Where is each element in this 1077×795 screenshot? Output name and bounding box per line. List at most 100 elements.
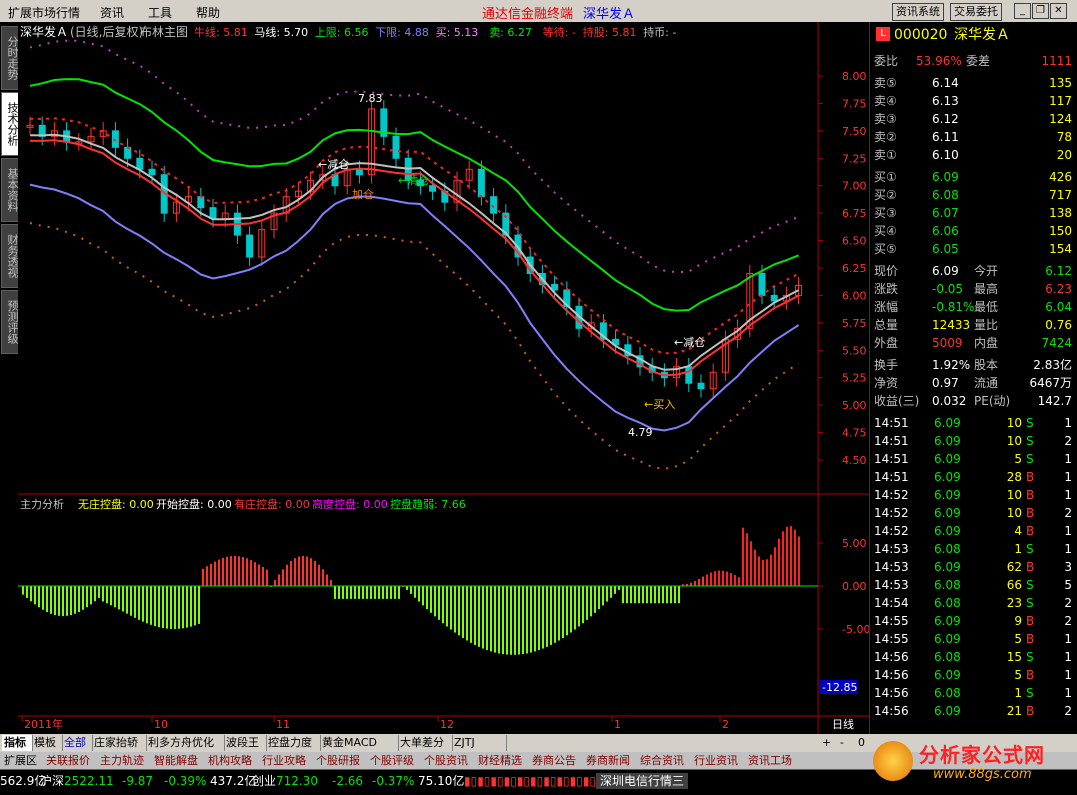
histogram-bar [622,586,624,604]
info-tab[interactable]: 个股评级 [368,753,416,768]
info-tab[interactable]: 行业攻略 [260,753,308,768]
time-tick-label: 2 [722,718,729,731]
status-cy-value: 712.30 [276,774,318,788]
period-label[interactable]: 日线 [832,717,854,731]
indicator-tab[interactable]: ZJTJ [452,735,507,751]
histogram-bar [86,586,88,608]
histogram-bar [422,586,424,606]
histogram-bar [598,586,600,610]
histogram-bar [278,574,280,586]
zoom-out-icon[interactable]: - [838,735,846,751]
indicator-tab[interactable]: 庄家抬轿 [92,735,147,751]
info-tab[interactable]: 机构攻略 [206,753,254,768]
price-tick-label: 4.50 [842,454,867,467]
info-tab[interactable]: 扩展区 [2,753,39,768]
menu-help[interactable]: 帮助 [196,4,220,21]
indicator-tab[interactable]: 波段王 [224,735,267,751]
tab-rating[interactable]: 预测评级 [1,290,19,354]
news-system-button[interactable]: 资讯系统 [892,3,944,21]
histogram-bar [562,586,564,638]
histogram-bar [314,560,316,586]
histogram-bar [54,586,56,616]
tab-finance[interactable]: 财务透视 [1,224,19,288]
menu-expand-market[interactable]: 扩展市场行情 [8,4,80,21]
histogram-bar [506,586,508,655]
histogram-bar [94,586,96,602]
histogram-bar [414,586,416,598]
tab-fundamentals[interactable]: 基本资料 [1,158,19,222]
status-server[interactable]: 深圳电信行情三 [596,773,689,789]
histogram-bar [26,586,28,598]
trade-button[interactable]: 交易委托 [950,3,1002,21]
candle-body [477,168,485,198]
time-tick-label: 10 [154,718,168,731]
zoom-in-icon[interactable]: + [820,735,833,751]
info-tab[interactable]: 资讯工场 [746,753,794,768]
info-tab[interactable]: 个股研报 [314,753,362,768]
histogram-bar [202,568,204,586]
brand-name: 通达信金融终端 [482,7,574,22]
info-tab[interactable]: 智能解盘 [152,753,200,768]
histogram-bar [234,555,236,586]
histogram-bar [694,580,696,586]
status-sz-value: 2522.11 [64,774,114,788]
stat2-row: 净资 0.97 流通 6467万 [874,376,1072,390]
kline-chart[interactable]: 深华发Ａ (日线,后复权)布林主图 牛线: 5.81 马线: 5.70 上限: 6.56… [18,22,869,734]
indicator-tab[interactable]: 大单差分 [398,735,453,751]
histogram-bar [778,538,780,586]
info-tab[interactable]: 个股资讯 [422,753,470,768]
histogram-bar [478,586,480,647]
histogram-bar [642,586,644,604]
histogram-bar [158,586,160,628]
histogram-bar [122,586,124,612]
indicator-tab[interactable]: 模板 [32,735,63,751]
info-tab[interactable]: 主力轨迹 [98,753,146,768]
menu-news[interactable]: 资讯 [100,4,124,21]
indicator-tab[interactable]: 利多方舟优化 [146,735,225,751]
indicator-tab[interactable]: 控盘力度 [266,735,321,751]
histogram-bar [170,586,172,629]
zoom-reset-icon[interactable]: 0 [856,735,867,751]
info-tab[interactable]: 行业资讯 [692,753,740,768]
quote-badge-icon: L [876,27,890,41]
histogram-bar [358,586,360,599]
info-tab[interactable]: 财经精选 [476,753,524,768]
site-logo: 分析家公式网 www.88gs.com [873,735,1073,793]
histogram-bar [714,571,716,586]
histogram-bar [246,558,248,586]
histogram-bar [614,586,616,594]
histogram-bar [142,586,144,622]
tick-row: 14:56 6.09 21 B 2 [874,704,1072,718]
indicator-tab[interactable]: 全部 [62,735,93,751]
info-tab[interactable]: 关联报价 [44,753,92,768]
chart-legend-label: 持币: - [643,25,676,39]
histogram-bar [114,586,116,608]
restore-icon[interactable]: ❐ [1032,3,1049,19]
histogram-bar [638,586,640,604]
histogram-bar [222,557,224,586]
histogram-bar [406,586,408,590]
status-sz-pct: -0.39% [164,774,207,788]
histogram-bar [570,586,572,633]
histogram-bar [410,586,412,594]
tab-technical[interactable]: 技术分析 [1,92,19,156]
logo-url: www.88gs.com [933,767,1032,782]
indicator-tab[interactable]: 指标 [2,735,33,751]
price-tick-label: 7.50 [842,125,867,138]
quote-header: L 000020 深华发Ａ [870,24,1077,46]
minimize-icon[interactable]: _ [1014,3,1031,19]
info-tab[interactable]: 综合资讯 [638,753,686,768]
histogram-bar [214,561,216,586]
histogram-bar [346,586,348,599]
tab-intraday[interactable]: 分时走势 [1,26,19,90]
info-tab[interactable]: 券商新闻 [584,753,632,768]
histogram-bar [218,559,220,586]
histogram-bar [106,586,108,604]
histogram-bar [334,586,336,599]
menu-tools[interactable]: 工具 [148,4,172,21]
info-tab[interactable]: 券商公告 [530,753,578,768]
indicator-tab[interactable]: 黄金MACD [320,735,399,751]
close-icon[interactable]: ✕ [1050,3,1067,19]
status-sz-label: 沪深 [40,774,65,788]
histogram-bar [50,586,52,614]
